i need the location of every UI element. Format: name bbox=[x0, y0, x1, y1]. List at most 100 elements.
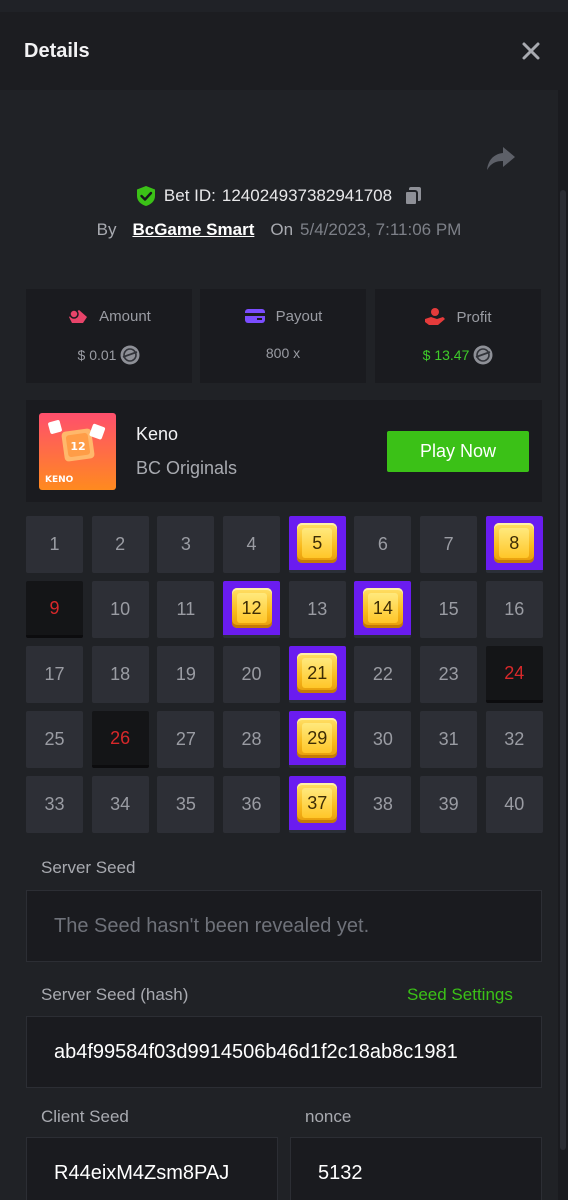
coin-icon bbox=[120, 345, 140, 365]
keno-cell[interactable]: 7 bbox=[420, 516, 478, 573]
keno-cell-number: 27 bbox=[175, 729, 196, 749]
keno-cell-number: 22 bbox=[372, 664, 393, 684]
keno-cell[interactable]: 34 bbox=[91, 776, 149, 833]
keno-cell-number: 26 bbox=[110, 727, 131, 748]
user-link[interactable]: BcGame Smart bbox=[132, 220, 254, 240]
keno-cell[interactable]: 35 bbox=[157, 776, 215, 833]
keno-cell[interactable]: 6 bbox=[354, 516, 412, 573]
keno-cell-number: 31 bbox=[438, 729, 459, 749]
gem-icon: 12 bbox=[231, 588, 272, 628]
game-name: Keno bbox=[136, 424, 179, 444]
keno-cell[interactable]: 5 bbox=[288, 516, 346, 573]
keno-cell[interactable]: 18 bbox=[91, 646, 149, 703]
keno-cell-number: 9 bbox=[49, 597, 60, 618]
keno-cell-number: 28 bbox=[241, 729, 262, 749]
server-seed-field[interactable]: The Seed hasn't been revealed yet. bbox=[26, 890, 542, 962]
keno-cell[interactable]: 24 bbox=[485, 646, 543, 703]
keno-cell-number: 7 bbox=[443, 534, 454, 554]
keno-cell[interactable]: 27 bbox=[157, 711, 215, 768]
keno-cell[interactable]: 16 bbox=[485, 581, 543, 638]
close-icon[interactable] bbox=[520, 40, 542, 62]
scrollbar[interactable] bbox=[558, 90, 568, 1200]
bet-id-label: Bet ID: bbox=[163, 186, 216, 205]
payout-value: 800 x bbox=[265, 345, 301, 361]
keno-cell-number: 8 bbox=[509, 532, 520, 553]
scrollbar-thumb[interactable] bbox=[560, 190, 566, 1150]
game-card: 12 KENO Keno BC Originals Play Now bbox=[26, 400, 542, 502]
thumb-number: 12 bbox=[70, 440, 85, 453]
play-now-button[interactable]: Play Now bbox=[387, 431, 529, 472]
bet-by-row: By BcGame Smart On 5/4/2023, 7:11:06 PM bbox=[0, 216, 558, 244]
keno-cell-number: 1 bbox=[49, 534, 60, 554]
keno-cell[interactable]: 17 bbox=[26, 646, 83, 703]
keno-cell-number: 14 bbox=[372, 597, 393, 618]
keno-cell[interactable]: 12 bbox=[223, 581, 281, 638]
by-label: By bbox=[96, 220, 117, 239]
keno-cell-number: 2 bbox=[115, 534, 126, 554]
keno-cell-number: 25 bbox=[44, 729, 65, 749]
details-header: Details bbox=[0, 12, 568, 90]
keno-cell-number: 19 bbox=[175, 664, 196, 684]
server-seed-hash-field[interactable]: ab4f99584f03d9914506b46d1f2c18ab8c1981 bbox=[26, 1016, 542, 1088]
bet-id-row: Bet ID: 124024937382941708 bbox=[0, 182, 558, 210]
keno-cell[interactable]: 13 bbox=[288, 581, 346, 638]
bet-id-value: 124024937382941708 bbox=[221, 186, 393, 205]
gem-icon: 8 bbox=[494, 523, 535, 563]
keno-cell[interactable]: 1 bbox=[26, 516, 83, 573]
amount-label: Amount bbox=[99, 307, 151, 325]
keno-cell[interactable]: 32 bbox=[485, 711, 543, 768]
share-icon[interactable] bbox=[486, 144, 516, 172]
keno-cell[interactable]: 8 bbox=[485, 516, 543, 573]
copy-icon[interactable] bbox=[404, 186, 422, 206]
keno-cell-number: 18 bbox=[110, 664, 131, 684]
keno-cell[interactable]: 20 bbox=[223, 646, 281, 703]
keno-cell[interactable]: 30 bbox=[354, 711, 412, 768]
nonce-field[interactable]: 5132 bbox=[290, 1137, 542, 1200]
keno-cell-number: 24 bbox=[504, 662, 525, 683]
keno-cell[interactable]: 28 bbox=[223, 711, 281, 768]
keno-cell[interactable]: 36 bbox=[223, 776, 281, 833]
keno-cell-number: 35 bbox=[175, 794, 196, 814]
keno-cell[interactable]: 25 bbox=[26, 711, 83, 768]
keno-cell[interactable]: 11 bbox=[157, 581, 215, 638]
keno-cell-number: 38 bbox=[372, 794, 393, 814]
keno-cell[interactable]: 2 bbox=[91, 516, 149, 573]
keno-cell[interactable]: 22 bbox=[354, 646, 412, 703]
coin-icon bbox=[473, 345, 493, 365]
client-seed-field[interactable]: R44eixM4Zsm8PAJ bbox=[26, 1137, 278, 1200]
keno-cell[interactable]: 33 bbox=[26, 776, 83, 833]
keno-cell[interactable]: 9 bbox=[26, 581, 83, 638]
keno-cell-number: 13 bbox=[307, 599, 328, 619]
seed-settings-link[interactable]: Seed Settings bbox=[407, 985, 513, 1005]
keno-cell[interactable]: 31 bbox=[420, 711, 478, 768]
keno-cell-number: 37 bbox=[307, 792, 328, 813]
keno-cell-number: 17 bbox=[44, 664, 65, 684]
keno-cell[interactable]: 14 bbox=[354, 581, 412, 638]
keno-cell-number: 16 bbox=[504, 599, 525, 619]
keno-cell[interactable]: 26 bbox=[91, 711, 149, 768]
payout-label: Payout bbox=[275, 307, 323, 325]
keno-cell[interactable]: 23 bbox=[420, 646, 478, 703]
keno-game-thumbnail[interactable]: 12 KENO bbox=[39, 413, 116, 490]
keno-cell[interactable]: 21 bbox=[288, 646, 346, 703]
keno-cell-number: 12 bbox=[241, 597, 262, 618]
keno-cell-number: 29 bbox=[307, 727, 328, 748]
keno-cell[interactable]: 10 bbox=[91, 581, 149, 638]
keno-cell[interactable]: 3 bbox=[157, 516, 215, 573]
thumb-label: KENO bbox=[45, 475, 74, 485]
payout-icon bbox=[244, 309, 265, 323]
profit-label: Profit bbox=[456, 308, 492, 326]
keno-cell[interactable]: 39 bbox=[420, 776, 478, 833]
keno-cell-number: 30 bbox=[372, 729, 393, 749]
top-strip bbox=[0, 0, 568, 12]
amount-stat: Amount $ 0.01 bbox=[26, 289, 192, 383]
keno-cell-number: 34 bbox=[110, 794, 131, 814]
client-seed-label: Client Seed bbox=[41, 1107, 129, 1126]
keno-cell[interactable]: 38 bbox=[354, 776, 412, 833]
keno-cell[interactable]: 29 bbox=[288, 711, 346, 768]
keno-cell[interactable]: 4 bbox=[223, 516, 281, 573]
keno-cell[interactable]: 19 bbox=[157, 646, 215, 703]
keno-cell[interactable]: 15 bbox=[420, 581, 478, 638]
keno-cell[interactable]: 37 bbox=[288, 776, 346, 833]
keno-cell[interactable]: 40 bbox=[485, 776, 543, 833]
